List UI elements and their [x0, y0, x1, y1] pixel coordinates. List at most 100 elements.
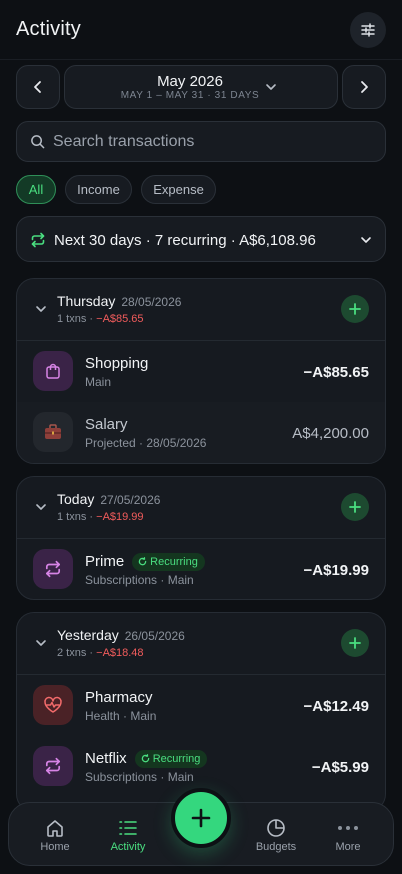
add-transaction-button[interactable] [341, 295, 369, 323]
plus-icon [349, 637, 361, 649]
day-total: −A$19.99 [96, 511, 144, 523]
search-icon [31, 135, 45, 149]
day-total: −A$18.48 [96, 647, 144, 659]
transaction-title: Prime Recurring [85, 553, 205, 571]
day-group: Today 27/05/2026 1 txns · −A$19.99 Prime R… [16, 476, 386, 600]
tab-label: Activity [110, 841, 146, 853]
transaction-amount: −A$12.49 [303, 698, 369, 715]
transaction-subtitle: Projected · 28/05/2026 [85, 436, 207, 450]
recurring-badge: Recurring [134, 750, 208, 768]
transaction-subtitle: Health · Main [85, 709, 157, 723]
projected-transaction-row[interactable]: Salary Projected · 28/05/2026 A$4,200.00 [17, 402, 385, 463]
tab-budgets[interactable]: Budgets [239, 803, 313, 867]
day-name: Yesterday [57, 627, 119, 643]
tab-label: More [335, 841, 361, 853]
refresh-icon [138, 557, 147, 566]
recurring-badge: Recurring [132, 553, 205, 571]
tab-more[interactable]: More [311, 803, 385, 867]
recurring-badge-label: Recurring [150, 556, 198, 568]
transaction-amount: −A$19.99 [303, 562, 369, 579]
refresh-icon [141, 754, 149, 763]
day-label: Yesterday 26/05/2026 [57, 627, 185, 643]
txn-count: 1 txns [57, 313, 87, 325]
add-transaction-button[interactable] [341, 493, 369, 521]
day-group-header[interactable]: Thursday 28/05/2026 1 txns · −A$85.65 [17, 279, 385, 341]
transaction-subtitle: Main [85, 375, 112, 389]
filter-button[interactable] [350, 12, 386, 48]
chevron-down-icon [36, 640, 46, 646]
tab-label: Home [40, 841, 70, 853]
filter-chip-expense[interactable]: Expense [141, 175, 216, 204]
transaction-title: Pharmacy [85, 689, 153, 706]
txn-count: 2 txns [57, 647, 87, 659]
category-avatar [33, 549, 73, 589]
day-name: Thursday [57, 293, 116, 309]
plus-icon [191, 808, 211, 828]
heart-pulse-icon [44, 696, 62, 713]
page-title: Activity [16, 18, 81, 40]
next-month-button[interactable] [342, 65, 386, 109]
day-date: 27/05/2026 [100, 493, 161, 507]
sliders-icon [361, 23, 375, 37]
transaction-row[interactable]: Prime Recurring Subscriptions · Main −A$1… [17, 539, 385, 599]
chevron-right-icon [361, 81, 368, 93]
day-group: Yesterday 26/05/2026 2 txns · −A$18.48 Ph… [16, 612, 386, 812]
transaction-amount: −A$85.65 [303, 364, 369, 381]
previous-month-button[interactable] [16, 65, 60, 109]
day-group-header[interactable]: Today 27/05/2026 1 txns · −A$19.99 [17, 477, 385, 539]
plus-icon [349, 303, 361, 315]
recurring-badge-label: Recurring [152, 753, 201, 765]
filter-chip-all[interactable]: All [16, 175, 56, 204]
chevron-down-icon [361, 237, 371, 243]
chevron-down-icon [36, 504, 46, 510]
pie-chart-icon [263, 817, 289, 839]
category-avatar [33, 412, 73, 452]
shopping-bag-icon [46, 363, 60, 379]
day-name: Today [57, 491, 95, 507]
plus-icon [349, 501, 361, 513]
day-group: Thursday 28/05/2026 1 txns · −A$85.65 Sho… [16, 278, 386, 464]
more-dots-icon [335, 817, 361, 839]
category-avatar [33, 685, 73, 725]
add-transaction-button[interactable] [341, 629, 369, 657]
month-picker[interactable]: May 2026 MAY 1 – MAY 31 · 31 DAYS [64, 65, 338, 109]
txn-count: 1 txns [57, 511, 87, 523]
recurring-summary-text: Next 30 days · 7 recurring · A$6,108.96 [54, 232, 316, 249]
filter-chip-income[interactable]: Income [65, 175, 132, 204]
tab-activity[interactable]: Activity [91, 803, 165, 867]
list-icon [115, 817, 141, 839]
day-group-header[interactable]: Yesterday 26/05/2026 2 txns · −A$18.48 [17, 613, 385, 675]
month-selector: May 2026 MAY 1 – MAY 31 · 31 DAYS [16, 65, 386, 109]
chevron-left-icon [34, 81, 41, 93]
search-input[interactable] [53, 122, 373, 161]
search-bar [16, 121, 386, 162]
day-summary: 1 txns · −A$85.65 [57, 313, 144, 325]
month-name: May 2026 [157, 73, 223, 90]
app-header: Activity [0, 0, 402, 60]
recurring-summary[interactable]: Next 30 days · 7 recurring · A$6,108.96 [16, 216, 386, 262]
repeat-icon [45, 757, 61, 775]
transaction-row[interactable]: Shopping Main −A$85.65 [17, 341, 385, 402]
day-date: 26/05/2026 [124, 629, 185, 643]
transaction-title: Shopping [85, 355, 149, 372]
transaction-amount: −A$5.99 [311, 759, 369, 776]
transaction-amount: A$4,200.00 [292, 425, 369, 442]
transaction-name: Netflix [85, 750, 127, 767]
transaction-subtitle: Subscriptions · Main [85, 770, 194, 784]
tab-home[interactable]: Home [18, 803, 92, 867]
category-avatar [33, 746, 73, 786]
chevron-down-icon [266, 84, 276, 90]
day-total: −A$85.65 [96, 313, 144, 325]
repeat-icon [31, 232, 45, 248]
add-transaction-fab[interactable] [171, 788, 231, 848]
category-avatar [33, 351, 73, 391]
transaction-title: Salary [85, 416, 128, 433]
repeat-icon [45, 560, 61, 578]
day-label: Thursday 28/05/2026 [57, 293, 181, 309]
tab-label: Budgets [255, 841, 297, 853]
day-summary: 2 txns · −A$18.48 [57, 647, 144, 659]
transaction-subtitle: Subscriptions · Main [85, 573, 194, 587]
transaction-name: Prime [85, 553, 125, 570]
home-icon [42, 817, 68, 839]
transaction-row[interactable]: Pharmacy Health · Main −A$12.49 [17, 675, 385, 736]
